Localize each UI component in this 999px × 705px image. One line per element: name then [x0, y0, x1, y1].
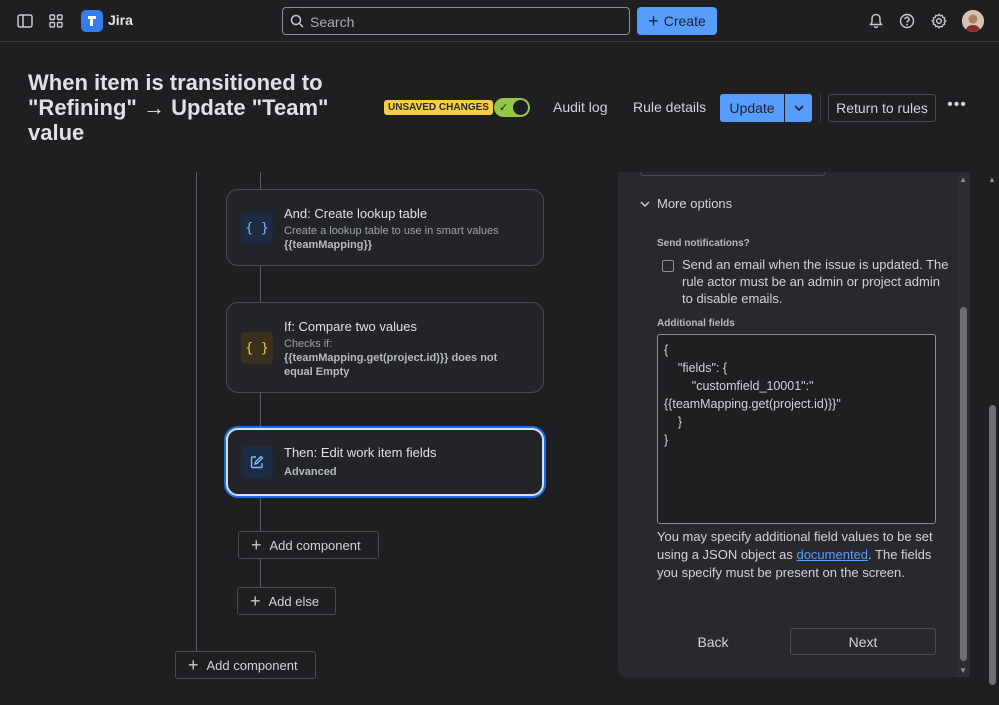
send-notifications-checkbox[interactable] — [662, 260, 674, 272]
panel-scrollbar[interactable]: ▲ ▼ — [957, 173, 970, 677]
panel-field-remnant — [640, 172, 825, 176]
rule-title: When item is transitioned to "Refining" … — [28, 70, 329, 145]
unsaved-changes-badge: UNSAVED CHANGES — [384, 100, 493, 115]
sidebar-toggle-icon[interactable] — [15, 11, 35, 31]
app-name[interactable]: Jira — [108, 12, 133, 28]
plus-icon: + — [648, 11, 659, 31]
flow-connector — [260, 496, 261, 532]
header-divider — [820, 94, 821, 122]
additional-fields-help: You may specify additional field values … — [657, 528, 937, 582]
braces-icon: { } — [241, 332, 273, 364]
app-switcher-icon[interactable] — [46, 11, 66, 31]
rule-enabled-toggle[interactable]: ✓ — [494, 98, 530, 117]
settings-gear-icon[interactable] — [929, 11, 949, 31]
flow-card-compare-two-values[interactable]: { } If: Compare two values Checks if: {{… — [226, 302, 544, 393]
user-avatar[interactable] — [962, 10, 984, 32]
scrollbar-thumb[interactable] — [960, 307, 967, 661]
documented-link[interactable]: documented — [796, 547, 868, 562]
search-icon — [290, 14, 304, 28]
add-component-button[interactable]: + Add component — [238, 531, 379, 559]
flow-connector-outer — [196, 172, 197, 652]
scrollbar-thumb[interactable] — [989, 405, 996, 685]
back-button[interactable]: Back — [668, 628, 758, 655]
next-button[interactable]: Next — [790, 628, 936, 655]
add-else-label: Add else — [268, 593, 320, 609]
plus-icon: + — [188, 655, 199, 675]
notifications-icon[interactable] — [866, 11, 886, 31]
search-input[interactable]: Search — [282, 7, 630, 35]
component-config-panel: More options Send notifications? Send an… — [618, 172, 970, 677]
flow-card-create-lookup-table[interactable]: { } And: Create lookup table Create a lo… — [226, 189, 544, 266]
update-dropdown-button[interactable] — [785, 94, 812, 122]
create-label: Create — [663, 13, 706, 29]
additional-fields-textarea[interactable]: { "fields": { "customfield_10001":" {{te… — [657, 334, 936, 524]
braces-icon: { } — [241, 212, 273, 244]
card-subtitle: Create a lookup table to use in smart va… — [284, 225, 499, 237]
create-button[interactable]: + Create — [637, 7, 717, 35]
more-options-toggle[interactable]: More options — [640, 196, 732, 211]
search-placeholder: Search — [310, 14, 355, 30]
scroll-up-icon[interactable]: ▲ — [959, 175, 967, 184]
flow-connector — [260, 558, 261, 588]
page-scrollbar[interactable]: ▲ — [986, 173, 999, 705]
flow-card-edit-work-item-fields[interactable]: Then: Edit work item fields Advanced — [226, 428, 544, 496]
flow-connector — [260, 172, 261, 190]
audit-log-link[interactable]: Audit log — [553, 99, 607, 115]
rule-details-link[interactable]: Rule details — [633, 99, 706, 115]
check-icon: ✓ — [499, 102, 509, 114]
edit-icon — [241, 446, 273, 478]
help-icon[interactable] — [897, 11, 917, 31]
send-notifications-label: Send notifications? — [657, 238, 750, 249]
add-component-label: Add component — [269, 537, 361, 553]
card-title: Then: Edit work item fields — [284, 445, 437, 460]
chevron-down-icon — [793, 105, 804, 111]
card-title: If: Compare two values — [284, 319, 417, 334]
card-title: And: Create lookup table — [284, 206, 428, 221]
plus-icon: + — [251, 535, 262, 555]
flow-connector — [260, 265, 261, 303]
add-component-outer-button[interactable]: + Add component — [175, 651, 316, 679]
card-detail: {{teamMapping.get(project.id)}} does not… — [284, 352, 498, 378]
update-button[interactable]: Update — [720, 94, 784, 122]
card-subtitle: Advanced — [284, 466, 337, 478]
chevron-down-icon — [640, 200, 650, 207]
toggle-knob — [513, 100, 528, 115]
card-subtitle: Checks if: — [284, 338, 333, 350]
add-component-label: Add component — [206, 657, 298, 673]
scroll-up-icon[interactable]: ▲ — [988, 175, 996, 184]
return-to-rules-button[interactable]: Return to rules — [828, 94, 936, 122]
more-actions-icon[interactable]: ••• — [946, 96, 968, 118]
flow-connector — [260, 392, 261, 429]
top-navigation: Jira Search + Create — [0, 0, 999, 42]
jira-logo-icon[interactable] — [81, 10, 103, 32]
plus-icon: + — [250, 591, 261, 611]
additional-fields-label: Additional fields — [657, 318, 735, 329]
more-options-label: More options — [657, 196, 733, 211]
card-detail: {{teamMapping}} — [284, 239, 373, 251]
send-notifications-description: Send an email when the issue is updated.… — [682, 257, 949, 306]
add-else-button[interactable]: + Add else — [237, 587, 336, 615]
scroll-down-icon[interactable]: ▼ — [959, 666, 967, 675]
